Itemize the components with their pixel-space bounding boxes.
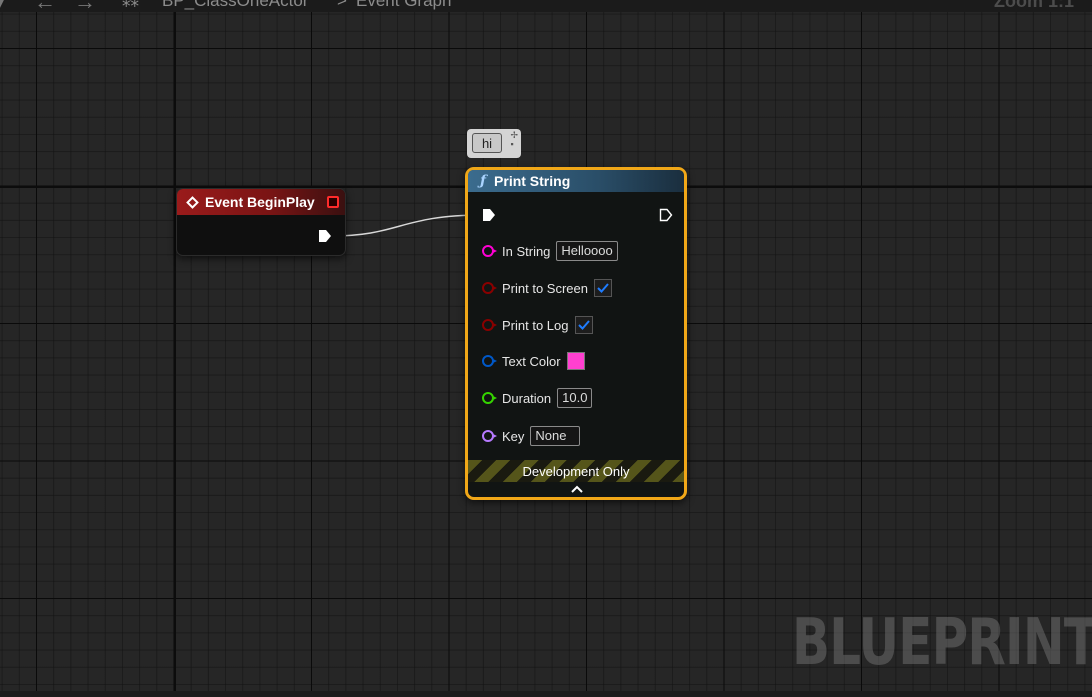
event-beginplay-title: Event BeginPlay [205,194,315,210]
text-color-swatch[interactable] [566,352,585,370]
print-string-node[interactable]: ƒ Print String In String Helloooo Print … [465,167,687,500]
in-string-input[interactable]: Helloooo [556,241,618,261]
print-string-header[interactable]: ƒ Print String [468,170,684,192]
exec-output-pin-icon[interactable] [659,208,673,222]
node-comment-bubble[interactable]: hi ✢ ▪ [467,129,521,158]
development-only-label: Development Only [522,463,630,479]
in-string-label: In String [502,243,551,259]
exec-output-pin-icon[interactable] [318,229,332,243]
name-pin-icon[interactable] [482,430,497,442]
blueprint-watermark: BLUEPRINT [792,606,1092,680]
chevron-up-icon[interactable] [571,485,583,493]
print-to-screen-row: Print to Screen [482,277,612,299]
struct-pin-icon[interactable] [482,355,497,367]
pin-comment-icon[interactable]: ✢ ▪ [510,131,518,149]
node-comment-text[interactable]: hi [472,133,502,153]
event-beginplay-header[interactable]: Event BeginPlay [177,189,345,215]
checkmark-icon [577,320,590,330]
text-color-row: Text Color [482,350,585,372]
key-input[interactable]: None [530,426,581,446]
print-to-screen-checkbox[interactable] [594,279,612,297]
event-beginplay-node[interactable]: Event BeginPlay [176,188,346,256]
bool-pin-icon[interactable] [482,319,497,331]
event-icon [186,195,199,209]
print-string-title: Print String [494,173,571,189]
string-pin-icon[interactable] [482,245,497,257]
print-to-log-row: Print to Log [482,314,593,336]
development-only-banner: Development Only [468,460,684,482]
key-label: Key [502,428,525,444]
in-string-row: In String Helloooo [482,240,618,262]
checkmark-icon [597,283,609,293]
print-to-log-checkbox[interactable] [574,316,593,334]
text-color-label: Text Color [502,353,561,369]
exec-input-pin-icon[interactable] [482,208,496,222]
print-to-screen-label: Print to Screen [502,280,588,296]
function-icon: ƒ [480,173,487,189]
duration-row: Duration 10.0 [482,387,593,409]
delegate-pin-icon[interactable] [327,196,339,208]
duration-label: Duration [502,390,552,406]
print-to-log-label: Print to Log [502,317,569,333]
float-pin-icon[interactable] [482,392,497,404]
bottom-border [0,691,1092,697]
key-row: Key None [482,425,581,447]
duration-input[interactable]: 10.0 [557,388,593,408]
bool-pin-icon[interactable] [482,282,497,294]
